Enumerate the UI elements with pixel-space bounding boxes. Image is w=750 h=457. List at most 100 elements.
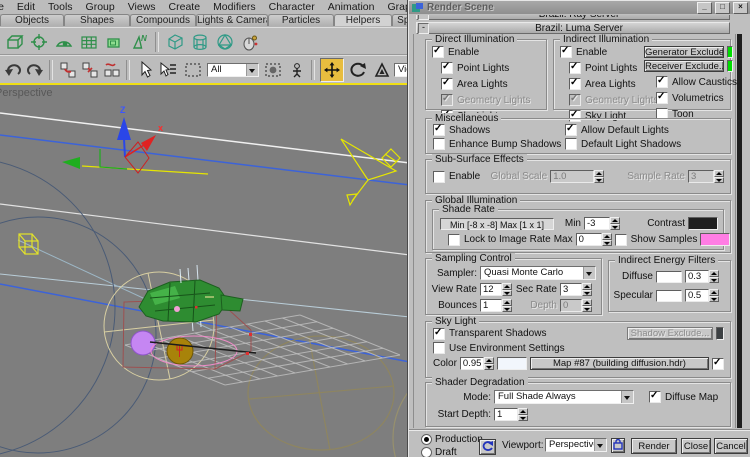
checkbox-direct-enable[interactable]: Enable xyxy=(432,46,479,58)
redo-icon[interactable] xyxy=(25,59,44,81)
menu-item-create[interactable]: Create xyxy=(169,1,201,13)
window-crossing-icon[interactable] xyxy=(262,59,284,81)
perspective-viewport[interactable]: Perspective xyxy=(0,83,410,457)
chevron-down-icon[interactable] xyxy=(594,439,606,451)
receiver-exclude-button[interactable]: Receiver Exclude... xyxy=(644,60,724,72)
spin-down-icon[interactable] xyxy=(484,364,494,371)
ochre-sphere[interactable] xyxy=(167,338,193,364)
spin-down-icon[interactable] xyxy=(582,290,592,297)
select-and-move-button[interactable] xyxy=(320,58,344,82)
geosphere-primitive-icon[interactable] xyxy=(214,31,236,53)
tab-shapes[interactable]: Shapes xyxy=(64,14,130,26)
select-and-rotate-button[interactable] xyxy=(347,59,369,81)
checkbox-allow-caustics[interactable]: Allow Caustics xyxy=(656,76,737,88)
spin-down-icon[interactable] xyxy=(610,224,620,231)
min-spinner[interactable]: -3 xyxy=(584,217,620,230)
select-and-scale-button[interactable] xyxy=(372,59,391,81)
checkbox-enhance-bump-shadows[interactable]: Enhance Bump Shadows xyxy=(433,138,565,150)
checkbox-indirect-point-lights[interactable]: Point Lights xyxy=(569,62,637,74)
checkbox-direct-point-lights[interactable]: Point Lights xyxy=(441,62,509,74)
render-button[interactable]: Render xyxy=(631,438,677,454)
specular-filter-swatch[interactable] xyxy=(656,290,682,302)
chevron-down-icon[interactable] xyxy=(583,267,595,279)
checkbox-transparent-shadows[interactable]: Transparent Shadows xyxy=(433,328,546,340)
checkbox-use-environment-settings[interactable]: Use Environment Settings xyxy=(433,342,565,354)
menu-item-modifiers[interactable]: Modifiers xyxy=(213,1,256,13)
checkbox-indirect-area-lights[interactable]: Area Lights xyxy=(569,78,636,90)
diffuse-spinner[interactable]: 0.3 xyxy=(685,270,719,283)
chevron-down-icon[interactable] xyxy=(621,391,633,403)
cancel-button[interactable]: Cancel xyxy=(714,438,748,454)
checkbox-volumetrics[interactable]: Volumetrics xyxy=(656,92,724,104)
camera-helper-icon[interactable] xyxy=(103,31,125,53)
generator-exclude-button[interactable]: Generator Exclude... xyxy=(644,46,724,58)
menu-item-file[interactable]: File xyxy=(0,1,4,13)
bind-spacewarp-icon[interactable] xyxy=(102,59,121,81)
spin-down-icon[interactable] xyxy=(502,290,512,297)
radio-production[interactable]: Production xyxy=(421,434,483,445)
tab-particles[interactable]: Particles xyxy=(268,14,334,26)
dialog-title-bar[interactable]: Render Scene _ □ × xyxy=(409,1,750,14)
unlink-icon[interactable] xyxy=(80,59,99,81)
radio-draft[interactable]: Draft xyxy=(421,447,457,457)
select-object-icon[interactable] xyxy=(135,59,154,81)
menu-item-animation[interactable]: Animation xyxy=(328,1,375,13)
tab-compounds[interactable]: Compounds xyxy=(130,14,196,26)
checkbox-shadows[interactable]: Shadows xyxy=(433,124,565,136)
protractor-helper-icon[interactable] xyxy=(53,31,75,53)
checkbox-indirect-enable[interactable]: Enable xyxy=(560,46,607,58)
viewport-canvas[interactable]: Z x xyxy=(0,83,410,457)
start-depth-spinner[interactable]: 1 xyxy=(494,408,528,421)
sky-color-swatch[interactable] xyxy=(497,357,527,370)
rollout-header-ray-server[interactable]: - Brazil: Ray Server xyxy=(416,15,730,20)
tab-objects[interactable]: Objects xyxy=(0,14,64,26)
cylinder-primitive-icon[interactable] xyxy=(189,31,211,53)
undo-icon[interactable] xyxy=(3,59,22,81)
manipulate-icon[interactable] xyxy=(287,59,306,81)
menu-item-group[interactable]: Group xyxy=(86,1,115,13)
view-rate-spinner[interactable]: 12 xyxy=(480,283,512,296)
checkbox-show-samples[interactable]: Show Samples xyxy=(615,234,698,246)
select-by-name-icon[interactable] xyxy=(157,59,179,81)
select-link-icon[interactable] xyxy=(58,59,77,81)
cube-primitive-icon[interactable] xyxy=(164,31,186,53)
spin-down-icon[interactable] xyxy=(602,240,612,247)
sky-color-spinner[interactable]: 0.95 xyxy=(460,357,494,370)
checkbox-default-light-shadows[interactable]: Default Light Shadows xyxy=(565,138,730,150)
checkbox-subsurface-enable[interactable]: Enable xyxy=(433,171,487,183)
spin-down-icon[interactable] xyxy=(709,277,719,284)
grid-helper-icon[interactable] xyxy=(78,31,100,53)
rectangular-selection-icon[interactable] xyxy=(182,59,204,81)
checkbox-direct-area-lights[interactable]: Area Lights xyxy=(441,78,508,90)
receiver-exclude-swatch[interactable] xyxy=(727,60,733,72)
point-helper-icon[interactable] xyxy=(28,31,50,53)
diffuse-filter-swatch[interactable] xyxy=(656,271,682,283)
menu-item-views[interactable]: Views xyxy=(128,1,156,13)
generator-exclude-swatch[interactable] xyxy=(727,46,733,58)
preset-refresh-button[interactable] xyxy=(479,439,496,455)
sampler-dropdown[interactable]: Quasi Monte Carlo xyxy=(480,266,596,280)
checkbox-diffuse-map[interactable]: Diffuse Map xyxy=(649,391,718,403)
checkbox-allow-default-lights[interactable]: Allow Default Lights xyxy=(565,124,730,136)
menu-item-character[interactable]: Character xyxy=(269,1,315,13)
minimize-icon[interactable]: _ xyxy=(697,2,712,14)
tab-lights-cameras[interactable]: Lights & Cameras xyxy=(196,14,268,26)
chevron-down-icon[interactable] xyxy=(246,64,258,76)
tape-measure-icon[interactable]: N xyxy=(128,31,150,53)
max-spinner[interactable]: 0 xyxy=(576,233,612,246)
spin-down-icon[interactable] xyxy=(502,306,512,313)
viewport-dropdown[interactable]: Perspective xyxy=(545,438,607,452)
spin-down-icon[interactable] xyxy=(709,296,719,303)
show-samples-swatch[interactable] xyxy=(700,233,730,246)
menu-item-tools[interactable]: Tools xyxy=(48,1,73,13)
spin-down-icon[interactable] xyxy=(518,415,528,422)
viewport-lock-button[interactable] xyxy=(611,438,625,453)
contrast-swatch[interactable] xyxy=(688,217,718,230)
rollout-scrollbar[interactable] xyxy=(737,34,742,428)
sky-map-button[interactable]: Map #87 (building diffusion.hdr) xyxy=(530,357,709,370)
collapse-icon[interactable]: - xyxy=(418,23,429,34)
specular-spinner[interactable]: 0.5 xyxy=(685,289,719,302)
sec-rate-spinner[interactable]: 3 xyxy=(560,283,592,296)
tab-helpers[interactable]: Helpers xyxy=(334,14,392,26)
menu-item-edit[interactable]: Edit xyxy=(17,1,35,13)
